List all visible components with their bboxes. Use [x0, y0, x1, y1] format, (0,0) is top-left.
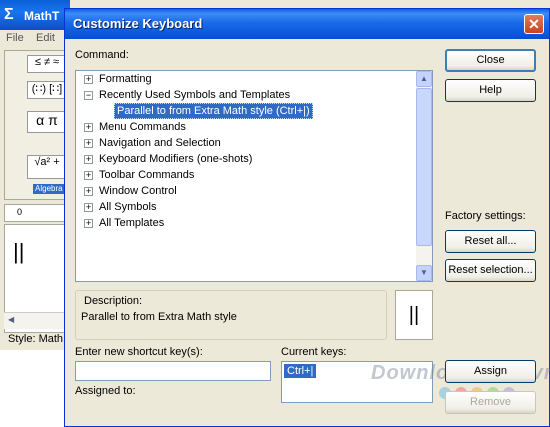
tree-item-label: Keyboard Modifiers (one-shots): [99, 153, 253, 166]
tree-item-parallel-selected[interactable]: Parallel to from Extra Math style (Ctrl+…: [114, 103, 313, 121]
palette-greek[interactable]: α π: [27, 111, 67, 133]
expand-icon[interactable]: +: [84, 74, 93, 84]
dialog-titlebar[interactable]: Customize Keyboard ✕: [65, 9, 549, 39]
reset-selection-button[interactable]: Reset selection...: [445, 259, 536, 282]
tree-item-label: Navigation and Selection: [99, 137, 221, 150]
mathtype-title: MathT: [24, 9, 60, 23]
symbol-preview: ||: [395, 290, 433, 340]
remove-button[interactable]: Remove: [445, 391, 536, 414]
expand-icon[interactable]: +: [84, 122, 93, 132]
collapse-icon[interactable]: −: [84, 90, 93, 100]
tree-item-window-control[interactable]: + Window Control: [84, 185, 177, 201]
description-text: Parallel to from Extra Math style: [81, 311, 237, 323]
dialog-title: Customize Keyboard: [73, 16, 203, 31]
scroll-left-icon[interactable]: ◀: [8, 315, 14, 324]
expand-icon[interactable]: +: [84, 218, 93, 228]
sigma-icon: Σ: [4, 6, 14, 23]
current-keys-label: Current keys:: [281, 346, 347, 358]
scroll-thumb[interactable]: [416, 88, 432, 246]
ruler-zero: 0: [17, 207, 23, 217]
horizontal-scrollbar[interactable]: ◀: [4, 312, 68, 329]
expand-icon[interactable]: +: [84, 170, 93, 180]
tree-item-all-templates[interactable]: + All Templates: [84, 217, 164, 233]
tree-item-label: Parallel to from Extra Math style (Ctrl+…: [114, 103, 313, 120]
close-button[interactable]: Close: [445, 49, 536, 72]
tree-item-keyboard-modifiers[interactable]: + Keyboard Modifiers (one-shots): [84, 153, 252, 169]
reset-all-button[interactable]: Reset all...: [445, 230, 536, 253]
tree-item-toolbar-commands[interactable]: + Toolbar Commands: [84, 169, 194, 185]
tree-item-label: Window Control: [99, 185, 177, 198]
scroll-down-icon[interactable]: ▼: [416, 265, 432, 281]
customize-keyboard-dialog: Customize Keyboard ✕ Command: + Formattin…: [64, 8, 550, 427]
mathtype-window: Σ MathT File Edit ≤ ≠ ≈ (∷) [∷] α π Alge…: [0, 0, 74, 427]
equation-parallel: ||: [13, 239, 25, 264]
description-group: Description: Parallel to from Extra Math…: [75, 290, 387, 340]
scroll-up-icon[interactable]: ▲: [416, 71, 432, 87]
palette-fences[interactable]: (∷) [∷]: [27, 81, 67, 99]
new-shortcut-input[interactable]: [75, 361, 271, 381]
command-label: Command:: [75, 49, 129, 61]
tree-item-label: All Symbols: [99, 201, 157, 214]
tree-item-label: Recently Used Symbols and Templates: [99, 89, 291, 102]
description-label: Description:: [84, 295, 143, 307]
tree-item-all-symbols[interactable]: + All Symbols: [84, 201, 156, 217]
new-shortcut-label: Enter new shortcut key(s):: [75, 346, 203, 358]
expand-icon[interactable]: +: [84, 154, 93, 164]
tree-item-menu-commands[interactable]: + Menu Commands: [84, 121, 186, 137]
tree-item-navigation[interactable]: + Navigation and Selection: [84, 137, 221, 153]
tree-vertical-scrollbar[interactable]: ▲ ▼: [416, 71, 432, 281]
factory-settings-label: Factory settings:: [445, 210, 526, 222]
tree-item-label: Menu Commands: [99, 121, 186, 134]
mathtype-menubar: File Edit: [0, 30, 70, 46]
tree-item-label: Formatting: [99, 73, 152, 86]
tree-item-formatting[interactable]: + Formatting: [84, 73, 152, 89]
assign-button[interactable]: Assign: [445, 360, 536, 383]
desktop-area: [0, 350, 70, 427]
tree-item-label: All Templates: [99, 217, 165, 230]
expand-icon[interactable]: +: [84, 186, 93, 196]
tree-item-label: Toolbar Commands: [99, 169, 195, 182]
symbol-palette: ≤ ≠ ≈ (∷) [∷] α π Algebra √a² +: [4, 50, 73, 200]
ruler: 0: [4, 204, 70, 222]
assigned-to-label: Assigned to:: [75, 385, 136, 397]
command-tree[interactable]: + Formatting − Recently Used Symbols and T…: [75, 70, 433, 282]
palette-sqrt[interactable]: √a² +: [27, 155, 67, 179]
palette-relations[interactable]: ≤ ≠ ≈: [27, 55, 67, 73]
expand-icon[interactable]: +: [84, 202, 93, 212]
menu-file[interactable]: File: [6, 32, 24, 44]
close-icon[interactable]: ✕: [524, 14, 544, 34]
help-button[interactable]: Help: [445, 79, 536, 102]
expand-icon[interactable]: +: [84, 138, 93, 148]
menu-edit[interactable]: Edit: [36, 32, 55, 44]
mathtype-titlebar: Σ MathT: [0, 0, 70, 30]
current-key-item[interactable]: Ctrl+|: [284, 364, 317, 378]
